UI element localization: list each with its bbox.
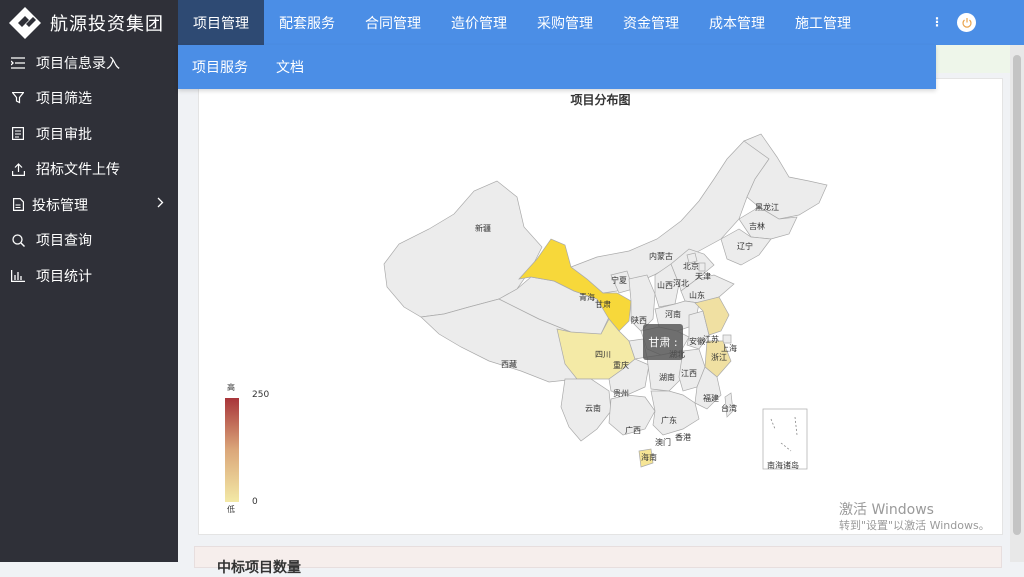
label-neimenggu: 内蒙古 xyxy=(649,251,673,261)
label-taiwan: 台湾 xyxy=(721,403,737,413)
label-yunnan: 云南 xyxy=(585,403,601,413)
sidebar-item-project-approval[interactable]: 项目审批 xyxy=(0,116,178,152)
sidebar-item-project-stats[interactable]: 项目统计 xyxy=(0,258,178,294)
label-jiangsu: 江苏 xyxy=(703,334,719,344)
tab-cost-estimation[interactable]: 造价管理 xyxy=(436,0,522,45)
label-shanghai: 上海 xyxy=(721,343,737,353)
sidebar-item-bid-management[interactable]: 投标管理 xyxy=(0,187,178,223)
label-sichuan: 四川 xyxy=(595,350,611,359)
page-scrollbar[interactable] xyxy=(1010,45,1024,562)
notice-strip xyxy=(936,45,1010,73)
activation-watermark-title: 激活 Windows xyxy=(839,502,934,518)
tab-contract-management[interactable]: 合同管理 xyxy=(350,0,436,45)
power-icon[interactable] xyxy=(957,13,976,32)
china-map[interactable]: 新疆 西藏 青海 甘肃 内蒙古 宁夏 陕西 山西 河北 北京 天津 山东 河南 … xyxy=(199,79,1002,534)
filter-icon xyxy=(10,90,26,106)
submenu-item-project-service[interactable]: 项目服务 xyxy=(178,57,262,77)
top-navigation: 项目管理 配套服务 合同管理 造价管理 采购管理 资金管理 成本管理 施工管理 … xyxy=(178,0,1024,45)
label-hebei: 河北 xyxy=(673,278,689,288)
label-gansu: 甘肃 xyxy=(595,299,611,309)
upload-icon xyxy=(10,161,26,177)
sidebar-item-label: 项目审批 xyxy=(36,126,92,143)
legend-high-label: 高 xyxy=(227,383,235,392)
submenu: 项目服务 文档 xyxy=(178,45,936,89)
chevron-right-icon xyxy=(157,197,164,212)
south-china-sea-inset xyxy=(762,408,808,470)
label-jilin: 吉林 xyxy=(749,221,765,231)
activation-watermark-text: 转到"设置"以激活 Windows。 xyxy=(839,519,990,532)
label-shandong: 山东 xyxy=(689,290,705,300)
legend-low-label: 低 xyxy=(227,505,235,514)
map-tooltip: 甘肃 : xyxy=(643,324,683,360)
more-menu-icon[interactable]: ⋮ xyxy=(931,15,943,29)
province-tianjin xyxy=(698,262,706,272)
sidebar-item-label: 投标管理 xyxy=(32,197,88,214)
label-macau: 澳门 xyxy=(655,437,671,447)
document-icon xyxy=(10,197,26,213)
label-xinjiang: 新疆 xyxy=(475,223,491,233)
sidebar-item-label: 项目信息录入 xyxy=(36,55,120,72)
sidebar-item-project-query[interactable]: 项目查询 xyxy=(0,223,178,259)
map-card: 项目分布图 新疆 西藏 青海 甘肃 内蒙古 宁夏 陕西 山西 河北 北京 天津 … xyxy=(198,78,1003,535)
bar-chart-icon xyxy=(10,268,26,284)
legend-min-value: 0 xyxy=(252,497,258,507)
tab-cost-management[interactable]: 成本管理 xyxy=(694,0,780,45)
scrollbar-thumb[interactable] xyxy=(1013,55,1021,535)
sidebar-item-label: 项目查询 xyxy=(36,233,92,250)
tab-construction-management[interactable]: 施工管理 xyxy=(780,0,866,45)
label-ningxia: 宁夏 xyxy=(611,275,627,285)
province-shanghai xyxy=(722,334,732,344)
tab-project-management[interactable]: 项目管理 xyxy=(178,0,264,45)
label-hongkong: 香港 xyxy=(675,432,691,442)
bid-count-card: 中标项目数量 xyxy=(194,546,1002,576)
label-henan: 河南 xyxy=(665,309,681,319)
logo-icon xyxy=(8,6,42,40)
province-guangdong xyxy=(650,390,700,436)
sidebar-item-label: 项目筛选 xyxy=(36,91,92,108)
label-chongqing: 重庆 xyxy=(613,360,629,370)
sidebar-item-tender-upload[interactable]: 招标文件上传 xyxy=(0,152,178,188)
label-guangxi: 广西 xyxy=(625,425,641,435)
brand-header[interactable]: 航源投资集团 xyxy=(0,0,178,45)
label-zhejiang: 浙江 xyxy=(711,352,727,362)
label-xizang: 西藏 xyxy=(501,359,517,369)
document-list-icon xyxy=(10,126,26,142)
label-qinghai: 青海 xyxy=(579,292,595,302)
sidebar-item-project-filter[interactable]: 项目筛选 xyxy=(0,81,178,117)
sidebar-item-label: 招标文件上传 xyxy=(36,162,120,179)
tab-supporting-services[interactable]: 配套服务 xyxy=(264,0,350,45)
legend-max-value: 250 xyxy=(252,390,270,400)
label-hainan: 海南 xyxy=(641,452,657,462)
sidebar: 航源投资集团 项目信息录入 项目筛选 项目审批 招标文件上传 投标管理 项目查询… xyxy=(0,0,178,562)
list-indent-icon xyxy=(10,55,26,71)
tab-funds-management[interactable]: 资金管理 xyxy=(608,0,694,45)
label-hunan: 湖南 xyxy=(659,372,675,382)
visual-map-gradient[interactable] xyxy=(225,398,239,502)
sidebar-item-label: 项目统计 xyxy=(36,268,92,285)
submenu-item-documents[interactable]: 文档 xyxy=(262,57,318,77)
label-nanhai: 南海诸岛 xyxy=(767,460,799,470)
search-icon xyxy=(10,232,26,248)
app-title: 航源投资集团 xyxy=(50,13,164,35)
sidebar-item-project-entry[interactable]: 项目信息录入 xyxy=(0,45,178,81)
label-beijing: 北京 xyxy=(683,261,699,271)
label-heilongjiang: 黑龙江 xyxy=(755,202,779,212)
label-guangdong: 广东 xyxy=(661,415,677,425)
label-liaoning: 辽宁 xyxy=(737,241,753,251)
tab-procurement[interactable]: 采购管理 xyxy=(522,0,608,45)
label-fujian: 福建 xyxy=(703,393,719,403)
label-guizhou: 贵州 xyxy=(613,388,629,398)
bid-count-title: 中标项目数量 xyxy=(217,560,301,576)
label-tianjin: 天津 xyxy=(695,271,711,281)
label-shanxi: 山西 xyxy=(657,280,673,290)
label-jiangxi: 江西 xyxy=(681,369,697,378)
